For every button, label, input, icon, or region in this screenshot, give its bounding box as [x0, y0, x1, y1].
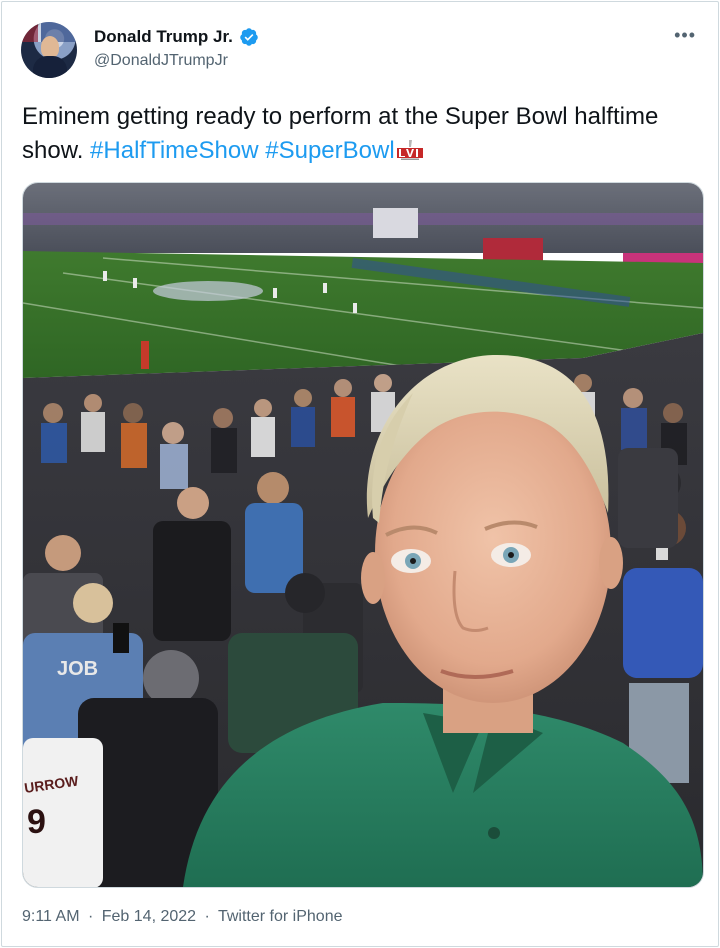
super-bowl-lvi-logo-icon — [396, 140, 423, 160]
avatar-suit — [33, 56, 67, 78]
jersey-text-left: JOB — [57, 658, 98, 680]
tweet-photo[interactable]: JOB URROW 9 — [22, 182, 704, 888]
stadium-selfie-photo: JOB URROW 9 — [23, 183, 703, 887]
tweet-card: Donald Trump Jr. @DonaldJTrumpJr ••• Emi… — [1, 1, 719, 947]
author-avatar[interactable] — [21, 22, 77, 78]
author-handle[interactable]: @DonaldJTrumpJr — [94, 52, 228, 70]
avatar-face — [41, 36, 59, 58]
hashtag-halftimeshow[interactable]: #HalfTimeShow — [90, 137, 259, 164]
more-options-icon[interactable]: ••• — [674, 26, 696, 44]
author-name-row: Donald Trump Jr. — [94, 27, 259, 47]
tweet-time[interactable]: 9:11 AM — [22, 908, 80, 925]
tweet-timestamp-row: 9:11 AM · Feb 14, 2022 · Twitter for iPh… — [22, 908, 346, 926]
tweet-date[interactable]: Feb 14, 2022 — [102, 908, 196, 925]
meta-separator: · — [87, 908, 94, 925]
hashtag-superbowl[interactable]: #SuperBowl — [265, 137, 394, 164]
jersey-number: 9 — [27, 803, 46, 841]
meta-separator: · — [204, 908, 210, 925]
verified-badge-icon — [240, 28, 258, 46]
tweet-text: Eminem getting ready to perform at the S… — [22, 100, 682, 168]
tweet-source[interactable]: Twitter for iPhone — [218, 908, 343, 925]
author-display-name[interactable]: Donald Trump Jr. — [94, 27, 233, 47]
